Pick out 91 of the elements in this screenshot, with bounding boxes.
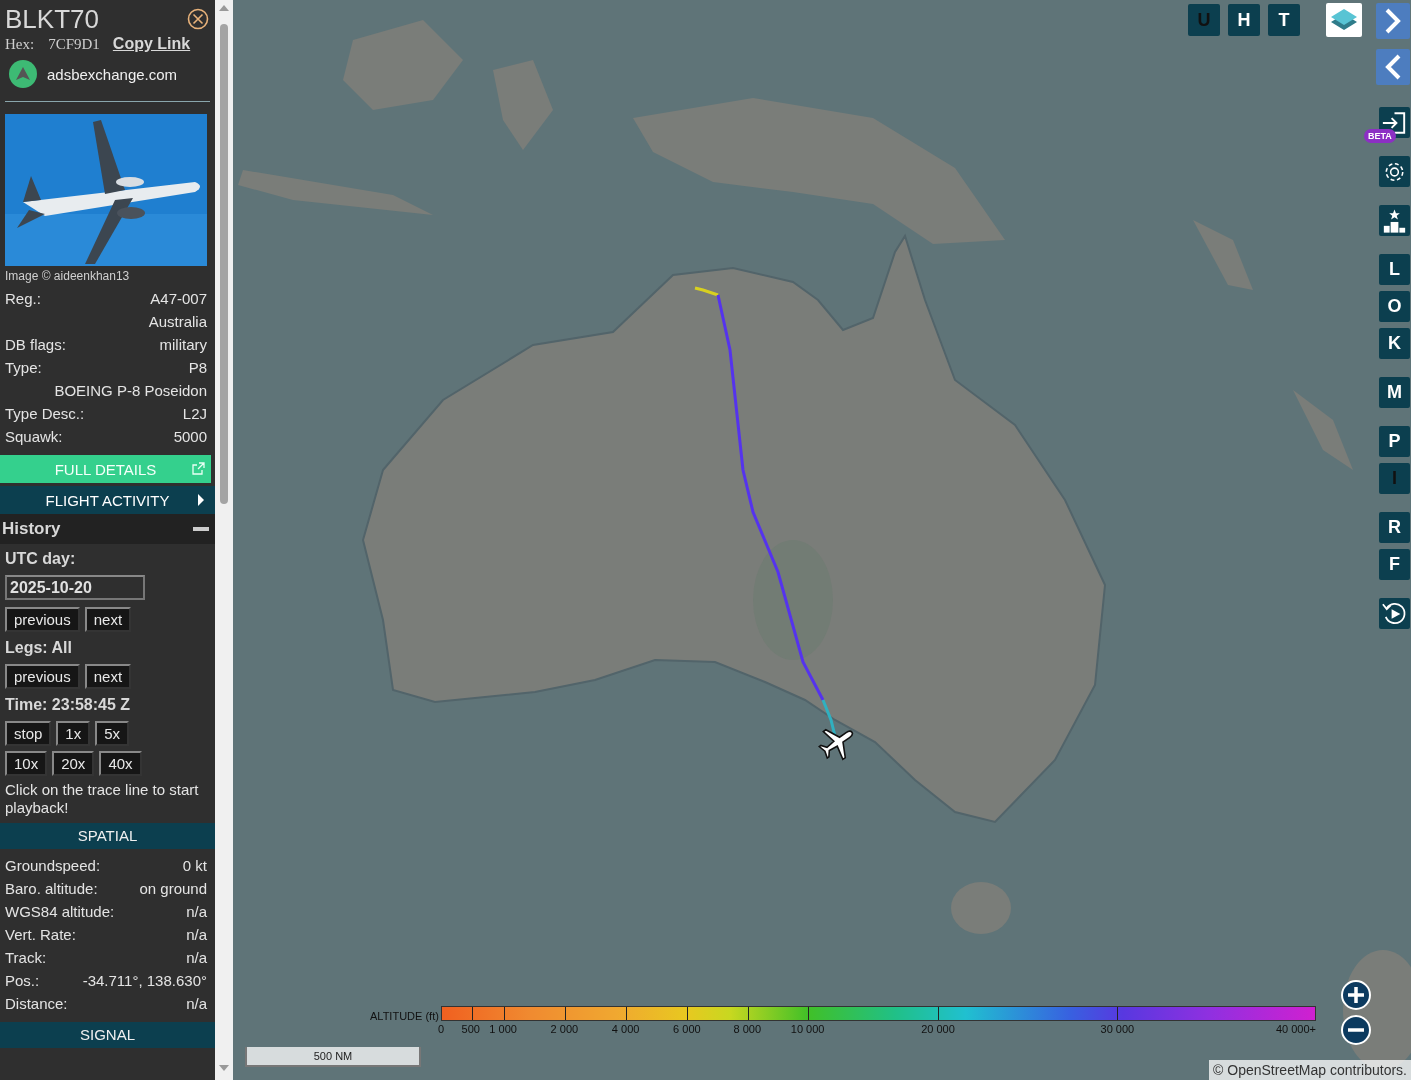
map-tool-button[interactable] — [1379, 205, 1410, 236]
field-value: A47-007 — [150, 289, 207, 309]
section-header[interactable]: SIGNAL — [0, 1022, 215, 1048]
legend-label: 40 000+ — [1275, 1023, 1316, 1035]
field-label: Distance: — [5, 994, 68, 1014]
field-value: -34.711°, 138.630° — [82, 971, 207, 991]
field-value: n/a — [186, 902, 207, 922]
field-value: n/a — [186, 925, 207, 945]
legend-label: 30 000 — [1100, 1023, 1135, 1035]
scrollbar[interactable] — [215, 0, 233, 1080]
toggle-button[interactable]: H — [1228, 4, 1260, 36]
plus-icon — [1348, 987, 1364, 1003]
copy-link[interactable]: Copy Link — [112, 35, 191, 53]
history-button[interactable]: 10x — [5, 751, 48, 776]
field-label: WGS84 altitude: — [5, 902, 115, 922]
legend-label: 6 000 — [673, 1023, 701, 1035]
field-label: Type Desc.: — [5, 404, 85, 424]
scale-bar: 500 NM — [245, 1047, 421, 1067]
history-button[interactable]: stop — [5, 721, 52, 746]
field-label: Groundspeed: — [5, 856, 101, 876]
callsign: BLKT70 — [5, 2, 99, 35]
history-button[interactable]: next — [84, 664, 132, 689]
history-button[interactable]: 40x — [99, 751, 142, 776]
legend-label: 1 000 — [489, 1023, 517, 1035]
legend-label: 500 — [461, 1023, 480, 1035]
legend-label: 2 000 — [550, 1023, 579, 1035]
field-value: 5000 — [173, 427, 207, 447]
field-label: Legs: All — [5, 638, 73, 658]
legend-label: 4 000 — [611, 1023, 640, 1035]
field-value: on ground — [139, 879, 207, 899]
field-label: Squawk: — [5, 427, 63, 447]
section-header[interactable]: SPATIAL — [0, 823, 215, 849]
history-button[interactable]: previous — [5, 664, 80, 689]
history-button[interactable]: next — [84, 607, 132, 632]
photo-credit: Image © aideenkhan13 — [4, 268, 131, 284]
history-button[interactable]: 1x — [56, 721, 91, 746]
section-header[interactable]: History — [0, 514, 215, 544]
field-label: Pos.: — [5, 971, 40, 991]
date-field[interactable]: 2025-10-20 — [5, 575, 145, 600]
field-value: Australia — [148, 312, 207, 332]
legend-label: 0 — [437, 1023, 445, 1035]
field-label: Vert. Rate: — [5, 925, 76, 945]
logo-icon — [9, 60, 37, 88]
toggle-button[interactable]: K — [1379, 328, 1410, 359]
minus-icon — [1348, 1028, 1364, 1032]
toggle-button[interactable]: L — [1379, 254, 1410, 285]
time-label: Time: 23:58:45 Z — [5, 695, 132, 715]
toggle-button[interactable]: F — [1379, 549, 1410, 580]
toggle-button[interactable]: T — [1268, 4, 1300, 36]
close-button[interactable] — [187, 7, 209, 30]
map-tool-button[interactable] — [1379, 598, 1410, 629]
history-button[interactable]: 20x — [52, 751, 95, 776]
external-link-icon — [191, 461, 206, 476]
field-value: L2J — [182, 404, 207, 424]
field-label: Type: — [5, 358, 42, 378]
legend-label: 20 000 — [921, 1023, 955, 1035]
layers-button[interactable] — [1326, 3, 1362, 37]
flight-activity-button[interactable]: FLIGHT ACTIVITY — [0, 486, 215, 514]
toggle-button[interactable]: R — [1379, 512, 1410, 543]
collapse-icon — [193, 527, 209, 531]
site-name: adsbexchange.com — [47, 65, 178, 83]
field-value: n/a — [186, 994, 207, 1014]
field-label: Reg.: — [5, 289, 41, 309]
field-value: n/a — [186, 948, 207, 968]
toggle-button[interactable]: M — [1379, 377, 1410, 408]
panel-toggle-button[interactable] — [1376, 3, 1410, 39]
field-value: BOEING P-8 Poseidon — [54, 381, 207, 401]
history-button[interactable]: 5x — [95, 721, 130, 746]
field-label: Track: — [5, 948, 47, 968]
hint-text: Click on the trace line to start playback! — [5, 781, 200, 817]
field-value: military — [159, 335, 207, 355]
map-tool-button[interactable] — [1379, 156, 1410, 187]
hex-label: Hex: — [5, 36, 35, 53]
legend-title: ALTITUDE (ft) — [370, 1010, 440, 1022]
field-label: DB flags: — [5, 335, 66, 355]
hex-code: 7CF9D1 — [48, 36, 100, 53]
section-title: History — [2, 519, 61, 539]
panel-toggle-button[interactable] — [1376, 49, 1410, 85]
legend-label: 8 000 — [733, 1023, 761, 1035]
beta-badge: BETA — [1364, 129, 1396, 143]
close-icon — [187, 7, 209, 30]
field-label: Baro. altitude: — [5, 879, 98, 899]
legend-label: 10 000 — [790, 1023, 825, 1035]
toggle-button[interactable]: O — [1379, 291, 1410, 322]
toggle-button[interactable]: P — [1379, 426, 1410, 457]
field-value: P8 — [188, 358, 207, 378]
field-value: 0 kt — [182, 856, 207, 876]
triangle-icon — [197, 494, 205, 506]
history-button[interactable]: previous — [5, 607, 80, 632]
field-label: UTC day: — [5, 549, 77, 569]
attribution: © OpenStreetMap contributors. — [1209, 1060, 1411, 1080]
